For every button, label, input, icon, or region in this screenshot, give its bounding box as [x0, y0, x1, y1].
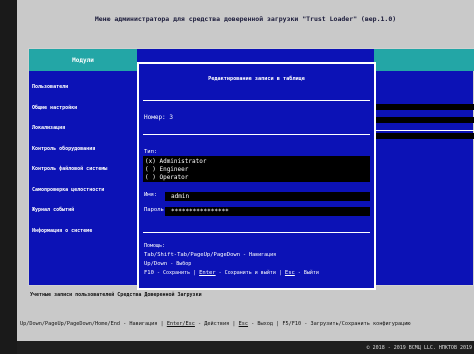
help-label: Помощь:: [144, 243, 166, 249]
edit-record-dialog: Редактирование записи в таблице Номер: 3…: [137, 62, 376, 290]
table-row[interactable]: [374, 104, 474, 110]
help-key-esc: Esc: [284, 270, 295, 276]
hotkey-desc: - Загрузить/Сохранить конфигурацию: [301, 321, 411, 327]
table-row[interactable]: [374, 117, 474, 123]
menu-item-users[interactable]: Пользователи: [32, 84, 136, 92]
radio-mark: (x): [145, 158, 156, 165]
hotkeys-bar: Up/Down/PageUp/PageDown/Home/End - Навиг…: [20, 321, 474, 331]
help-navigation: Tab/Shift-Tab/PageUp/PageDown - Навигаци…: [144, 252, 276, 258]
number-value: 3: [169, 114, 173, 121]
help-desc: - Сохранить и выйти |: [215, 270, 285, 276]
menu-item-filesystem-control[interactable]: Контроль файловой системы: [32, 166, 136, 174]
table-divider: [374, 130, 474, 131]
type-label: Тип:: [144, 149, 158, 155]
app-title: Меню администратора для средства доверен…: [17, 0, 474, 38]
help-select: Up/Down - Выбор: [144, 261, 191, 267]
table-header: [374, 49, 474, 71]
divider: [143, 134, 370, 135]
help-key-enter: Enter: [199, 270, 216, 276]
help-key-f10: F10: [144, 270, 154, 276]
hotkey-desc: - Действия |: [194, 321, 239, 327]
menu-item-localization[interactable]: Локализация: [32, 125, 136, 133]
role-option-engineer[interactable]: ( ) Engineer: [145, 166, 188, 173]
help-keys: Up/Down: [144, 261, 168, 267]
role-option-operator[interactable]: ( ) Operator: [145, 174, 188, 181]
help-desc: - Навигация: [240, 252, 277, 258]
copyright-bar: © 2018 - 2019 ВСМЦ LLC. НПКТОВ 2019: [17, 341, 474, 354]
help-desc: - Выбор: [167, 261, 192, 267]
role-label: Administrator: [159, 158, 207, 165]
help-actions: F10 - Сохранить | Enter - Сохранить и вы…: [144, 270, 319, 276]
hotkey-enter: Enter/Esc: [166, 321, 195, 327]
password-row: Пароль: ****************: [143, 207, 370, 216]
menu-title: Модули: [29, 49, 137, 71]
divider: [143, 100, 370, 101]
help-desc: - Сохранить |: [153, 270, 200, 276]
role-radio-group: (x) Administrator ( ) Engineer ( ) Opera…: [143, 156, 370, 182]
password-field[interactable]: ****************: [165, 207, 370, 216]
help-desc: - Выйти: [294, 270, 319, 276]
help-keys: Tab/Shift-Tab/PageUp/PageDown: [144, 252, 241, 258]
divider: [143, 232, 370, 233]
radio-mark: ( ): [145, 166, 156, 173]
number-row: Номер: 3: [144, 114, 173, 121]
menu-item-event-log[interactable]: Журнал событий: [32, 207, 136, 215]
copyright-text: © 2018 - 2019 ВСМЦ LLC. НПКТОВ 2019: [366, 344, 472, 351]
table-row[interactable]: [374, 133, 474, 139]
menu-item-integrity-selftest[interactable]: Самопроверка целостности: [32, 187, 136, 195]
left-border: [0, 0, 17, 354]
name-field[interactable]: admin: [165, 192, 370, 201]
hotkey-nav: Up/Down/PageUp/PageDown/Home/End: [20, 321, 120, 327]
number-label: Номер:: [144, 114, 166, 121]
name-row: Имя: admin: [143, 192, 370, 201]
dialog-title: Редактирование записи в таблице: [208, 76, 305, 82]
menu-item-general-settings[interactable]: Общие настройки: [32, 105, 136, 113]
menu-item-system-info[interactable]: Информация о системе: [32, 228, 136, 236]
password-label: Пароль:: [144, 207, 168, 213]
role-option-administrator[interactable]: (x) Administrator: [145, 158, 206, 165]
name-label: Имя:: [144, 192, 158, 198]
hotkey-desc: - Навигация |: [119, 321, 167, 327]
role-label: Engineer: [159, 166, 189, 173]
role-label: Operator: [159, 174, 189, 181]
hotkey-desc: - Выход |: [248, 321, 283, 327]
status-text: Учетные записи пользователей Средства До…: [30, 292, 202, 298]
menu-list: Пользователи Общие настройки Локализация…: [32, 84, 136, 248]
hotkey-f5: F5/F10: [282, 321, 302, 327]
radio-mark: ( ): [145, 174, 156, 181]
hotkey-esc: Esc: [238, 321, 249, 327]
menu-item-hardware-control[interactable]: Контроль оборудования: [32, 146, 136, 154]
